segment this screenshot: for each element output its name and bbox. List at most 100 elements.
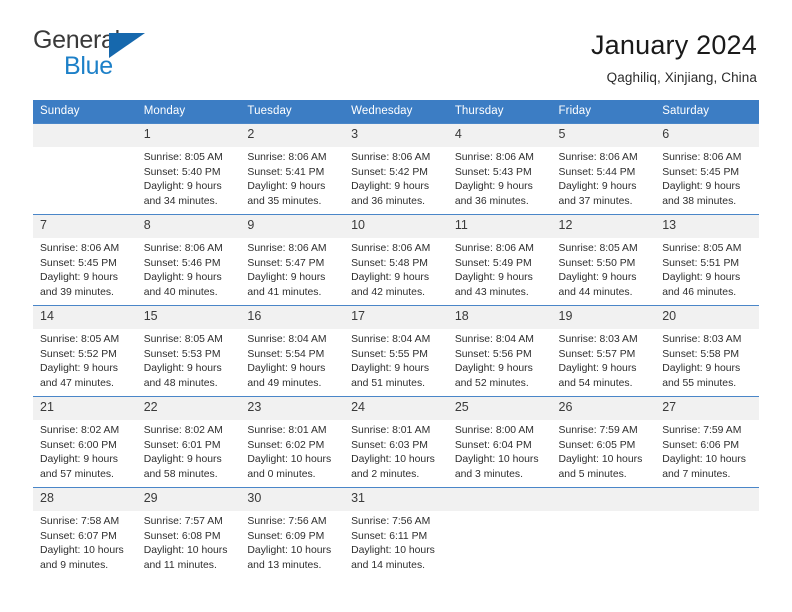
calendar-cell-day[interactable]: 20 Sunrise: 8:03 AM Sunset: 5:58 PM Dayligh…	[655, 305, 759, 397]
calendar-cell-day[interactable]: 18 Sunrise: 8:04 AM Sunset: 5:56 PM Dayligh…	[447, 305, 552, 397]
calendar-cell-day[interactable]: 2 Sunrise: 8:06 AM Sunset: 5:41 PM Daylight…	[240, 123, 345, 215]
calendar-cell-day[interactable]: 7 Sunrise: 8:06 AM Sunset: 5:45 PM Daylight…	[33, 214, 137, 306]
day-number	[447, 488, 552, 511]
day-number: 13	[655, 215, 759, 238]
day-number: 1	[136, 124, 241, 147]
daylight-text-line2: and 40 minutes.	[143, 286, 218, 298]
sunrise-text: Sunrise: 8:06 AM	[40, 243, 120, 254]
calendar-cell-day[interactable]: 8 Sunrise: 8:06 AM Sunset: 5:46 PM Daylight…	[136, 214, 241, 306]
daylight-text-line2: and 36 minutes.	[351, 195, 426, 207]
day-details: Sunrise: 8:06 AM Sunset: 5:49 PM Daylight:…	[448, 238, 552, 300]
day-number: 17	[344, 306, 448, 329]
calendar-cell-day[interactable]: 21 Sunrise: 8:02 AM Sunset: 6:00 PM Dayligh…	[33, 396, 137, 488]
daylight-text-line1: Daylight: 9 hours	[143, 454, 222, 466]
day-number: 25	[447, 397, 552, 420]
calendar-cell-day[interactable]: 14 Sunrise: 8:05 AM Sunset: 5:52 PM Dayligh…	[33, 305, 137, 397]
calendar-cell-day[interactable]: 6 Sunrise: 8:06 AM Sunset: 5:45 PM Daylight…	[655, 123, 759, 215]
day-number: 27	[655, 397, 759, 420]
daylight-text-line2: and 58 minutes.	[143, 468, 218, 480]
calendar-cell-day[interactable]: 5 Sunrise: 8:06 AM Sunset: 5:44 PM Daylight…	[551, 123, 656, 215]
sunrise-text: Sunrise: 8:04 AM	[351, 334, 431, 345]
daylight-text-line2: and 44 minutes.	[558, 286, 633, 298]
daylight-text-line2: and 43 minutes.	[454, 286, 529, 298]
sunrise-text: Sunrise: 7:57 AM	[143, 516, 223, 527]
calendar-cell-day[interactable]: 13 Sunrise: 8:05 AM Sunset: 5:51 PM Dayligh…	[655, 214, 759, 306]
daylight-text-line2: and 34 minutes.	[143, 195, 218, 207]
daylight-text-line1: Daylight: 10 hours	[143, 545, 228, 557]
day-details: Sunrise: 8:05 AM Sunset: 5:51 PM Daylight:…	[655, 238, 759, 300]
daylight-text-line1: Daylight: 9 hours	[454, 363, 533, 375]
day-number: 21	[33, 397, 137, 420]
calendar-cell-day[interactable]: 22 Sunrise: 8:02 AM Sunset: 6:01 PM Dayligh…	[136, 396, 241, 488]
daylight-text-line2: and 13 minutes.	[247, 559, 322, 571]
day-number: 31	[344, 488, 448, 511]
daylight-text-line2: and 49 minutes.	[247, 377, 322, 389]
daylight-text-line2: and 54 minutes.	[558, 377, 633, 389]
sunset-text: Sunset: 5:57 PM	[558, 348, 636, 360]
day-details: Sunrise: 8:04 AM Sunset: 5:54 PM Daylight:…	[240, 329, 344, 391]
daylight-text-line2: and 51 minutes.	[351, 377, 426, 389]
daylight-text-line2: and 57 minutes.	[40, 468, 114, 480]
calendar-cell-day[interactable]: 19 Sunrise: 8:03 AM Sunset: 5:57 PM Dayligh…	[551, 305, 656, 397]
calendar-cell-day[interactable]: 11 Sunrise: 8:06 AM Sunset: 5:49 PM Dayligh…	[447, 214, 552, 306]
day-details: Sunrise: 8:06 AM Sunset: 5:48 PM Daylight:…	[344, 238, 448, 300]
calendar-cell-day[interactable]: 16 Sunrise: 8:04 AM Sunset: 5:54 PM Dayligh…	[240, 305, 345, 397]
sunrise-text: Sunrise: 8:05 AM	[662, 243, 742, 254]
daylight-text-line1: Daylight: 9 hours	[662, 363, 741, 375]
day-details: Sunrise: 7:59 AM Sunset: 6:05 PM Daylight:…	[552, 420, 656, 482]
calendar-cell-day[interactable]: 29 Sunrise: 7:57 AM Sunset: 6:08 PM Dayligh…	[136, 487, 241, 578]
sunset-text: Sunset: 5:42 PM	[351, 166, 428, 178]
day-details: Sunrise: 8:05 AM Sunset: 5:52 PM Daylight:…	[33, 329, 137, 391]
logo-text-blue: Blue	[64, 52, 113, 80]
day-details: Sunrise: 8:04 AM Sunset: 5:56 PM Daylight:…	[448, 329, 552, 391]
calendar-body: 1 Sunrise: 8:05 AM Sunset: 5:40 PM Daylight…	[33, 123, 759, 578]
sunset-text: Sunset: 6:11 PM	[351, 530, 428, 542]
calendar-cell-day[interactable]: 27 Sunrise: 7:59 AM Sunset: 6:06 PM Dayligh…	[655, 396, 759, 488]
day-number: 28	[33, 488, 137, 511]
sunset-text: Sunset: 5:55 PM	[351, 348, 428, 360]
day-details: Sunrise: 8:04 AM Sunset: 5:55 PM Daylight:…	[344, 329, 448, 391]
calendar-cell-day[interactable]: 1 Sunrise: 8:05 AM Sunset: 5:40 PM Daylight…	[136, 123, 241, 215]
calendar-cell-day[interactable]: 15 Sunrise: 8:05 AM Sunset: 5:53 PM Dayligh…	[136, 305, 241, 397]
sunset-text: Sunset: 5:58 PM	[662, 348, 740, 360]
sunset-text: Sunset: 5:44 PM	[558, 166, 636, 178]
calendar-cell-day[interactable]: 30 Sunrise: 7:56 AM Sunset: 6:09 PM Dayligh…	[240, 487, 345, 578]
calendar-cell-day[interactable]: 31 Sunrise: 7:56 AM Sunset: 6:11 PM Dayligh…	[344, 487, 448, 578]
day-details: Sunrise: 7:57 AM Sunset: 6:08 PM Daylight:…	[137, 511, 241, 573]
day-number: 29	[136, 488, 241, 511]
day-details: Sunrise: 8:06 AM Sunset: 5:45 PM Daylight:…	[33, 238, 137, 300]
sunrise-text: Sunrise: 7:58 AM	[40, 516, 120, 527]
sunrise-text: Sunrise: 8:06 AM	[351, 243, 431, 254]
daylight-text-line2: and 39 minutes.	[40, 286, 114, 298]
daylight-text-line2: and 38 minutes.	[662, 195, 737, 207]
weekday-header-saturday: Saturday	[655, 100, 759, 124]
calendar-cell-day[interactable]: 3 Sunrise: 8:06 AM Sunset: 5:42 PM Daylight…	[344, 123, 448, 215]
calendar-cell-day[interactable]: 25 Sunrise: 8:00 AM Sunset: 6:04 PM Dayligh…	[447, 396, 552, 488]
weekday-header-sunday: Sunday	[33, 100, 137, 124]
calendar-cell-day[interactable]: 4 Sunrise: 8:06 AM Sunset: 5:43 PM Daylight…	[447, 123, 552, 215]
calendar-week-row: 28 Sunrise: 7:58 AM Sunset: 6:07 PM Dayligh…	[33, 487, 759, 578]
calendar-cell-day[interactable]: 23 Sunrise: 8:01 AM Sunset: 6:02 PM Dayligh…	[240, 396, 345, 488]
day-number: 18	[447, 306, 552, 329]
sunrise-text: Sunrise: 8:00 AM	[454, 425, 534, 436]
daylight-text-line1: Daylight: 9 hours	[558, 363, 637, 375]
calendar-cell-day[interactable]: 12 Sunrise: 8:05 AM Sunset: 5:50 PM Dayligh…	[551, 214, 656, 306]
sunset-text: Sunset: 6:08 PM	[143, 530, 221, 542]
calendar-cell-day[interactable]: 17 Sunrise: 8:04 AM Sunset: 5:55 PM Dayligh…	[344, 305, 448, 397]
calendar-cell-day[interactable]: 9 Sunrise: 8:06 AM Sunset: 5:47 PM Daylight…	[240, 214, 345, 306]
daylight-text-line1: Daylight: 10 hours	[454, 454, 539, 466]
sunrise-text: Sunrise: 7:56 AM	[247, 516, 327, 527]
daylight-text-line2: and 14 minutes.	[351, 559, 426, 571]
calendar-cell-day[interactable]: 26 Sunrise: 7:59 AM Sunset: 6:05 PM Dayligh…	[551, 396, 656, 488]
sunset-text: Sunset: 5:52 PM	[40, 348, 117, 360]
calendar-cell-day[interactable]: 28 Sunrise: 7:58 AM Sunset: 6:07 PM Dayligh…	[33, 487, 137, 578]
day-details: Sunrise: 7:58 AM Sunset: 6:07 PM Daylight:…	[33, 511, 137, 573]
calendar-cell-day[interactable]: 24 Sunrise: 8:01 AM Sunset: 6:03 PM Dayligh…	[344, 396, 448, 488]
daylight-text-line2: and 37 minutes.	[558, 195, 633, 207]
sunset-text: Sunset: 6:03 PM	[351, 439, 428, 451]
day-details: Sunrise: 8:03 AM Sunset: 5:58 PM Daylight:…	[655, 329, 759, 391]
day-details: Sunrise: 8:06 AM Sunset: 5:44 PM Daylight:…	[552, 147, 656, 209]
day-details: Sunrise: 8:03 AM Sunset: 5:57 PM Daylight:…	[552, 329, 656, 391]
daylight-text-line1: Daylight: 9 hours	[143, 363, 222, 375]
calendar-cell-day[interactable]: 10 Sunrise: 8:06 AM Sunset: 5:48 PM Dayligh…	[344, 214, 448, 306]
